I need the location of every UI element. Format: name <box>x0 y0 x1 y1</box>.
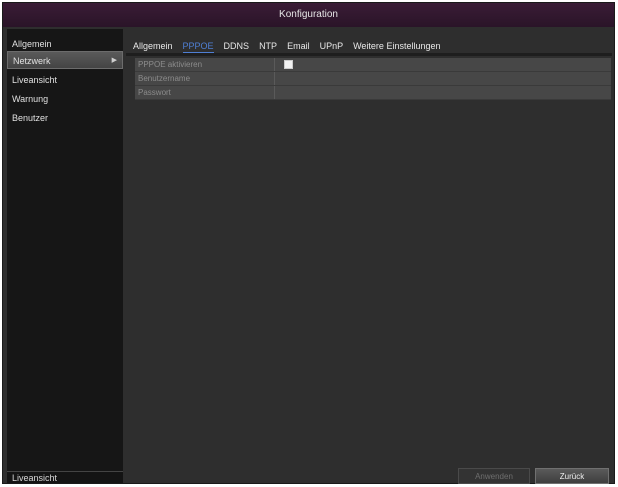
pppoe-enable-checkbox[interactable] <box>284 60 293 69</box>
pppoe-enable-label: PPPOE aktivieren <box>135 58 275 71</box>
network-settings-panel: Allgemein PPPOE DDNS NTP Email UPnP Weit… <box>126 33 612 479</box>
form-row-password: Passwort <box>135 86 611 100</box>
pppoe-form: PPPOE aktivieren Benutzername Passwort <box>135 58 611 100</box>
sidebar-item-label: Liveansicht <box>12 75 58 85</box>
tab-ntp[interactable]: NTP <box>259 39 277 53</box>
sidebar-item-warnung[interactable]: Warnung <box>7 90 123 108</box>
sidebar: Allgemein Netzwerk ▶ Liveansicht Warnung… <box>7 29 123 479</box>
password-field[interactable] <box>276 86 611 99</box>
configuration-window: Konfiguration Allgemein Netzwerk ▶ Livea… <box>2 2 615 484</box>
sidebar-item-label: Allgemein <box>12 39 52 49</box>
chevron-right-icon: ▶ <box>111 57 117 64</box>
sidebar-item-benutzer[interactable]: Benutzer <box>7 109 123 127</box>
username-label: Benutzername <box>135 72 275 85</box>
tab-upnp[interactable]: UPnP <box>320 39 344 53</box>
apply-button[interactable]: Anwenden <box>458 468 530 484</box>
window-title: Konfiguration <box>3 3 614 27</box>
tab-bar: Allgemein PPPOE DDNS NTP Email UPnP Weit… <box>126 39 612 53</box>
tab-ddns[interactable]: DDNS <box>224 39 250 53</box>
sidebar-item-label: Warnung <box>12 94 49 104</box>
back-button[interactable]: Zurück <box>535 468 609 484</box>
tab-divider <box>126 53 612 56</box>
username-field[interactable] <box>276 72 611 85</box>
password-label: Passwort <box>135 86 275 99</box>
sidebar-item-label: Benutzer <box>12 113 49 123</box>
form-row-username: Benutzername <box>135 72 611 86</box>
pppoe-enable-value <box>276 58 611 71</box>
sidebar-item-label: Netzwerk <box>13 56 51 66</box>
tab-pppoe[interactable]: PPPOE <box>182 39 214 53</box>
sidebar-item-netzwerk[interactable]: Netzwerk ▶ <box>7 51 123 69</box>
sidebar-item-liveansicht[interactable]: Liveansicht <box>7 71 123 89</box>
tab-allgemein[interactable]: Allgemein <box>133 39 173 53</box>
form-row-pppoe-enable: PPPOE aktivieren <box>135 58 611 72</box>
liveansicht-bottom-button[interactable]: Liveansicht <box>7 471 123 483</box>
tab-email[interactable]: Email <box>287 39 310 53</box>
tab-weitere-einstellungen[interactable]: Weitere Einstellungen <box>353 39 440 53</box>
